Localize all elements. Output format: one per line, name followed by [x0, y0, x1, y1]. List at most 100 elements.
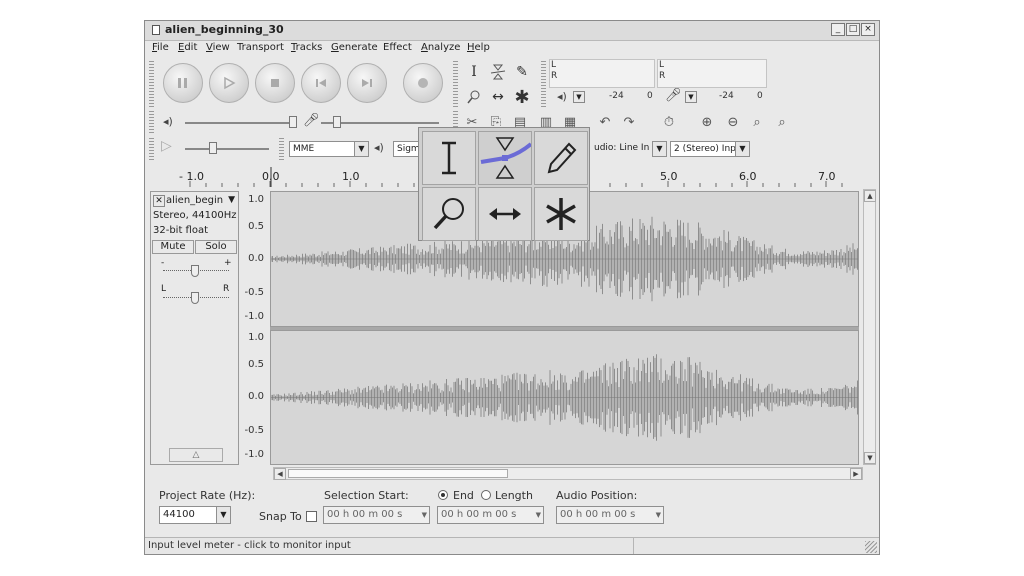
overlay-envelope-tool[interactable] [478, 131, 532, 185]
overlay-multi-tool[interactable] [534, 187, 588, 241]
pan-left-label: L [161, 284, 167, 294]
input-volume-thumb[interactable] [333, 116, 341, 128]
tools-grip[interactable] [453, 61, 458, 107]
ruler-tick-label: 6.0 [739, 170, 757, 183]
length-radio[interactable] [481, 490, 491, 500]
gain-minus-label: - [161, 258, 165, 268]
scale-label: 0.0 [248, 391, 264, 402]
audio-position-time[interactable]: 00 h 00 m 00 s ▼ [556, 506, 664, 524]
app-window: alien_beginning_30 _ □ × File Edit View … [144, 20, 880, 555]
draw-tool[interactable]: ✎ [511, 61, 533, 83]
chevron-down-icon: ▼ [228, 195, 235, 205]
track-format-info: Stereo, 44100Hz [153, 210, 237, 221]
menu-transport[interactable]: Transport [237, 42, 284, 53]
host-select[interactable]: MME ▼ [289, 141, 369, 157]
menu-tracks[interactable]: Tracks [291, 42, 322, 53]
skip-end-icon [362, 79, 372, 87]
overlay-selection-tool[interactable] [422, 131, 476, 185]
skip-end-button[interactable] [347, 63, 387, 103]
redo-button[interactable]: ↷ [618, 111, 640, 133]
record-button[interactable] [403, 63, 443, 103]
selection-start-time[interactable]: 00 h 00 m 00 s ▼ [323, 506, 430, 524]
solo-button[interactable]: Solo [195, 240, 237, 254]
track-close-button[interactable]: ✕ [153, 195, 165, 207]
end-radio[interactable] [438, 490, 448, 500]
scroll-up-button[interactable]: ▲ [864, 190, 876, 202]
scroll-down-button[interactable]: ▼ [864, 452, 876, 464]
selection-end-value: 00 h 00 m 00 s [441, 509, 517, 520]
play-button[interactable] [209, 63, 249, 103]
chevron-down-icon: ▼ [535, 511, 541, 519]
fit-selection-button[interactable]: ⌕ [746, 111, 768, 133]
scale-label: 0.5 [248, 359, 264, 370]
output-volume-thumb[interactable] [289, 116, 297, 128]
record-meter[interactable]: L R [657, 59, 767, 88]
input-device-select[interactable]: udio: Line In ▼ [591, 141, 667, 157]
device-grip[interactable] [279, 138, 284, 160]
selection-end-time[interactable]: 00 h 00 m 00 s ▼ [437, 506, 544, 524]
waveform-right-channel[interactable] [270, 330, 859, 465]
record-meter-scale-24: -24 [719, 91, 734, 101]
selection-tool[interactable]: I [463, 61, 485, 83]
meter-grip[interactable] [541, 61, 546, 107]
sync-lock-button[interactable]: ⏱ [658, 111, 680, 133]
zoom-tool[interactable] [463, 86, 485, 108]
skip-start-button[interactable] [301, 63, 341, 103]
stop-button[interactable] [255, 63, 295, 103]
menu-file[interactable]: File [152, 42, 169, 53]
redo-icon: ↷ [623, 114, 635, 130]
overlay-timeshift-tool[interactable] [478, 187, 532, 241]
project-rate-select[interactable]: 44100 ▼ [159, 506, 231, 524]
ruler-tick-label: 7.0 [818, 170, 836, 183]
overlay-draw-tool[interactable] [534, 131, 588, 185]
scale-label: -1.0 [244, 449, 264, 460]
fit-project-button[interactable]: ⌕ [771, 111, 793, 133]
play-meter-dropdown[interactable]: ▼ [573, 91, 585, 103]
record-meter-dropdown[interactable]: ▼ [685, 91, 697, 103]
collapse-track-button[interactable]: △ [169, 448, 223, 462]
track-menu-button[interactable]: alien_begin ▼ [166, 195, 237, 207]
ruler-tick-label: 1.0 [342, 170, 360, 183]
menu-view[interactable]: View [206, 42, 230, 53]
play-speed-grip[interactable] [149, 138, 154, 160]
menu-generate[interactable]: Generate [331, 42, 378, 53]
multi-tool[interactable]: ✱ [511, 86, 533, 108]
pan-thumb[interactable] [191, 292, 199, 304]
undo-button[interactable]: ↶ [594, 111, 616, 133]
zoom-in-button[interactable]: ⊕ [696, 111, 718, 133]
selection-start-value: 00 h 00 m 00 s [327, 509, 403, 520]
minimize-button[interactable]: _ [831, 23, 845, 36]
status-bar: Input level meter - click to monitor inp… [145, 537, 879, 554]
waveform [271, 354, 858, 441]
menu-effect[interactable]: Effect [383, 42, 412, 53]
mixer-grip[interactable] [149, 111, 154, 133]
menu-help[interactable]: Help [467, 42, 490, 53]
pause-button[interactable] [163, 63, 203, 103]
end-label: End [453, 489, 474, 502]
input-channels-value: 2 (Stereo) Inp [674, 144, 736, 154]
play-meter[interactable]: L R [549, 59, 655, 88]
resize-grip[interactable] [865, 541, 877, 553]
zoom-out-button[interactable]: ⊖ [722, 111, 744, 133]
menu-analyze[interactable]: Analyze [421, 42, 460, 53]
play-speed-slider[interactable] [185, 148, 269, 150]
overlay-zoom-tool[interactable] [422, 187, 476, 241]
maximize-button[interactable]: □ [846, 23, 860, 36]
chevron-down-icon: ▼ [421, 511, 427, 519]
input-channels-select[interactable]: 2 (Stereo) Inp ▼ [670, 141, 750, 157]
zoom-fit-icon: ⌕ [778, 114, 786, 130]
close-button[interactable]: × [861, 23, 875, 36]
output-volume-slider[interactable] [185, 122, 295, 124]
menu-edit[interactable]: Edit [178, 42, 197, 53]
play-speed-thumb[interactable] [209, 142, 217, 154]
snap-to-checkbox[interactable] [306, 511, 317, 522]
play-at-speed-icon[interactable]: ▷ [161, 138, 172, 154]
mute-button[interactable]: Mute [152, 240, 194, 254]
ruler-tick-label: 5.0 [660, 170, 678, 183]
magnifier-icon [433, 198, 464, 230]
vertical-scrollbar[interactable]: ▲ ▼ [863, 189, 876, 465]
toolbar-grip[interactable] [149, 61, 154, 107]
envelope-tool[interactable] [487, 61, 509, 83]
gain-thumb[interactable] [191, 265, 199, 277]
timeshift-tool[interactable]: ↔ [487, 86, 509, 108]
